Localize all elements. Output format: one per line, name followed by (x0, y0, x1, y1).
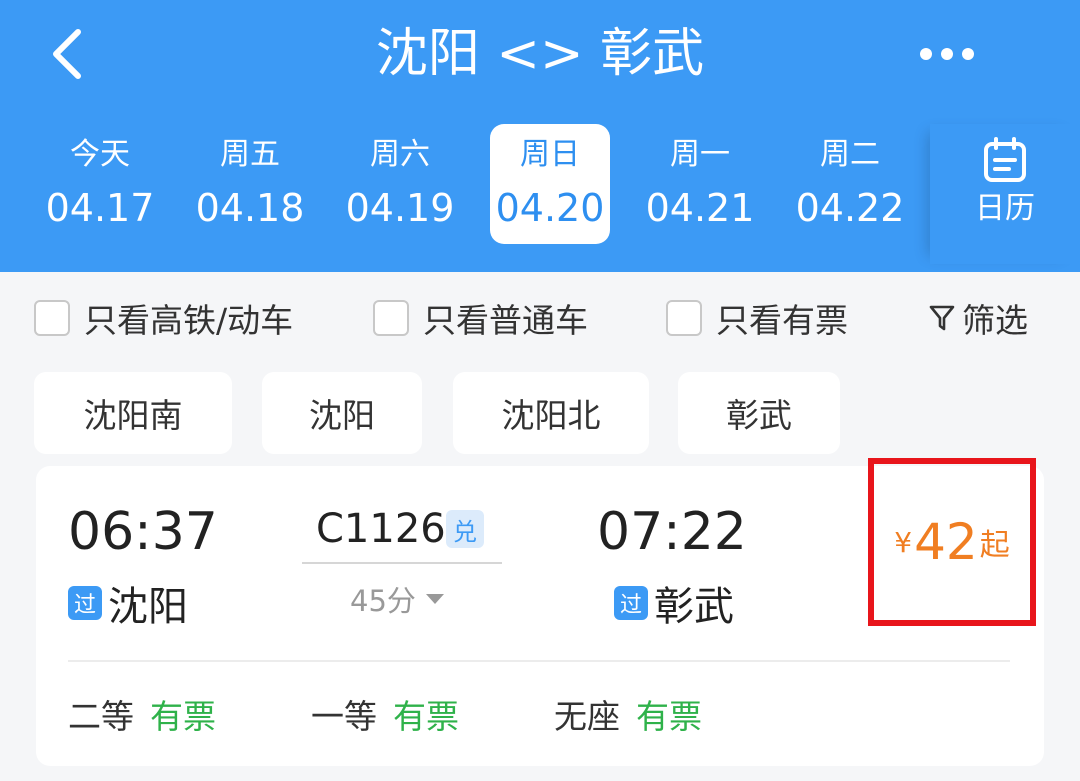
arrive-station: 过 彰武 (614, 574, 734, 632)
filter-high-speed[interactable]: 只看高铁/动车 (34, 290, 293, 346)
seat-second-class: 二等 有票 (68, 690, 216, 738)
date-tab-date: 04.21 (645, 186, 755, 230)
date-tab-weekday: 周二 (820, 137, 880, 172)
date-tab-date: 04.19 (345, 186, 455, 230)
page-title: 沈阳 <> 彰武 (375, 24, 705, 84)
seat-first-class: 一等 有票 (311, 690, 459, 738)
calendar-label: 日历 (975, 191, 1035, 226)
filter-regular-label: 只看普通车 (423, 301, 588, 340)
card-divider (68, 660, 1010, 662)
price-currency: ¥ (894, 525, 913, 559)
date-tab-weekday: 周一 (670, 137, 730, 172)
date-tab-weekday: 周日 (520, 137, 580, 172)
date-tab-today[interactable]: 今天 04.17 (40, 124, 160, 244)
filter-row: 只看高铁/动车 只看普通车 只看有票 筛选 (0, 290, 1080, 346)
price-highlight[interactable]: ¥ 42 起 (868, 458, 1036, 626)
date-tab-sun[interactable]: 周日 04.20 (490, 124, 610, 244)
station-chip-shenyang-south[interactable]: 沈阳南 (34, 372, 232, 454)
duration-toggle[interactable]: 45分 (350, 578, 446, 620)
more-dots-icon (920, 48, 974, 60)
calendar-icon (984, 137, 1026, 182)
header-bar: 沈阳 <> 彰武 今天 04.17 周五 04.18 周六 04.19 周日 0… (0, 0, 1080, 272)
filter-button[interactable]: 筛选 (928, 290, 1028, 346)
seat-no-seat: 无座 有票 (554, 690, 702, 738)
arrive-time: 07:22 (597, 502, 747, 562)
date-tab-date: 04.17 (45, 186, 155, 230)
station-chip-shenyang[interactable]: 沈阳 (262, 372, 422, 454)
arrive-station-name: 彰武 (654, 584, 734, 630)
back-arrow-icon (53, 29, 81, 79)
price-suffix: 起 (979, 528, 1010, 563)
price-value: 42 (914, 513, 978, 571)
seat-status: 有票 (150, 697, 216, 736)
date-tab-sat[interactable]: 周六 04.19 (340, 124, 460, 244)
station-chip-zhangwu[interactable]: 彰武 (678, 372, 840, 454)
seat-class: 二等 (68, 697, 134, 736)
more-button[interactable] (912, 28, 982, 80)
checkbox[interactable] (666, 300, 702, 336)
date-tab-date: 04.18 (195, 186, 305, 230)
route-line (302, 562, 502, 564)
redeem-badge: 兑 (446, 510, 484, 548)
checkbox[interactable] (373, 300, 409, 336)
filter-button-label: 筛选 (962, 301, 1028, 340)
depart-station-name: 沈阳 (108, 584, 188, 630)
date-tab-date: 04.20 (495, 186, 605, 230)
duration-text: 45分 (350, 584, 416, 618)
back-button[interactable] (36, 20, 96, 88)
seat-class: 一等 (311, 697, 377, 736)
date-tab-fri[interactable]: 周五 04.18 (190, 124, 310, 244)
seat-class: 无座 (554, 697, 620, 736)
date-tab-tue[interactable]: 周二 04.22 (790, 124, 910, 244)
station-chip-shenyang-north[interactable]: 沈阳北 (453, 372, 649, 454)
seat-status: 有票 (393, 697, 459, 736)
date-tab-weekday: 周五 (220, 137, 280, 172)
date-tab-weekday: 周六 (370, 137, 430, 172)
date-tab-date: 04.22 (795, 186, 905, 230)
filter-available-label: 只看有票 (716, 301, 848, 340)
depart-station: 过 沈阳 (68, 574, 188, 632)
calendar-button[interactable]: 日历 (930, 124, 1080, 264)
pass-badge: 过 (614, 586, 648, 620)
date-tab-weekday: 今天 (70, 137, 130, 172)
filter-available[interactable]: 只看有票 (666, 290, 848, 346)
seat-status: 有票 (636, 697, 702, 736)
date-tab-mon[interactable]: 周一 04.21 (640, 124, 760, 244)
filter-high-speed-label: 只看高铁/动车 (84, 301, 294, 340)
checkbox[interactable] (34, 300, 70, 336)
funnel-icon (929, 305, 955, 331)
pass-badge: 过 (68, 586, 102, 620)
filter-regular[interactable]: 只看普通车 (373, 290, 588, 346)
chevron-down-icon (425, 594, 444, 604)
train-number: C1126 (316, 506, 446, 552)
depart-time: 06:37 (68, 502, 218, 562)
